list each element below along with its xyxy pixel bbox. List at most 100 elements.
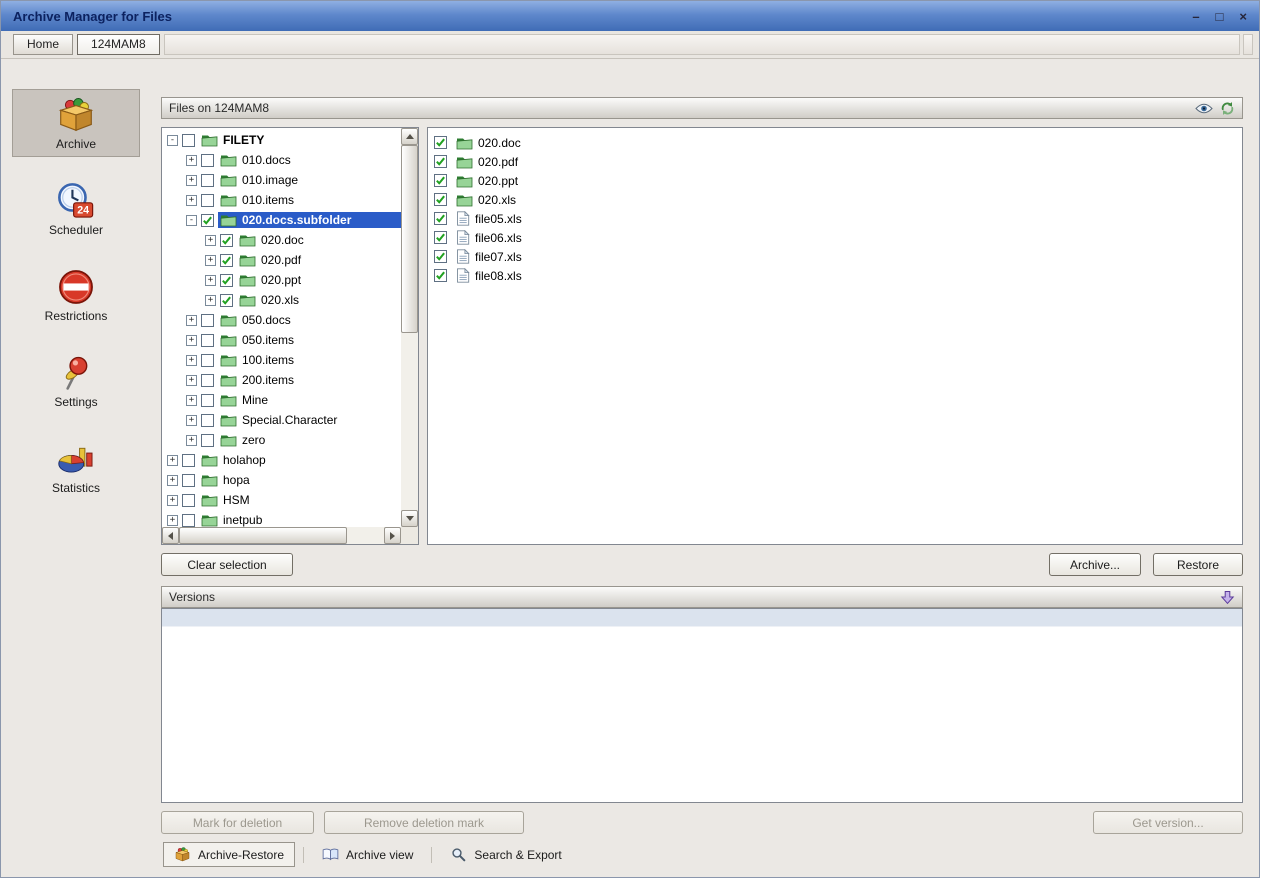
tree-node-main[interactable]: 020.docs.subfolder bbox=[218, 212, 401, 228]
sidebar-item-archive[interactable]: Archive bbox=[12, 89, 140, 157]
tree-checkbox[interactable] bbox=[182, 134, 195, 147]
sidebar-item-settings[interactable]: Settings bbox=[12, 347, 140, 415]
expand-icon[interactable]: + bbox=[205, 295, 216, 306]
remove-deletion-mark-button[interactable]: Remove deletion mark bbox=[324, 811, 524, 834]
tree-checkbox[interactable] bbox=[201, 334, 214, 347]
tree-checkbox[interactable] bbox=[201, 154, 214, 167]
tree-node-200-items[interactable]: +200.items bbox=[164, 370, 401, 390]
clear-selection-button[interactable]: Clear selection bbox=[161, 553, 293, 576]
tree-checkbox[interactable] bbox=[201, 354, 214, 367]
tree-node-zero[interactable]: + zero bbox=[164, 430, 401, 450]
tab-archive-restore[interactable]: Archive-Restore bbox=[163, 842, 295, 867]
tree-checkbox[interactable] bbox=[201, 374, 214, 387]
scroll-left-button[interactable] bbox=[162, 527, 179, 544]
expand-icon[interactable]: + bbox=[205, 255, 216, 266]
expand-icon[interactable]: + bbox=[186, 315, 197, 326]
restore-button[interactable]: Restore bbox=[1153, 553, 1243, 576]
sidebar-item-scheduler[interactable]: 24Scheduler bbox=[12, 175, 140, 243]
file-checkbox[interactable] bbox=[434, 174, 447, 187]
tree-node-main[interactable]: holahop bbox=[199, 452, 270, 468]
tree-node-mine[interactable]: + Mine bbox=[164, 390, 401, 410]
collapse-icon[interactable]: - bbox=[167, 135, 178, 146]
tree-node-hsm[interactable]: +HSM bbox=[164, 490, 401, 510]
expand-icon[interactable]: + bbox=[186, 375, 197, 386]
tree-checkbox[interactable] bbox=[220, 254, 233, 267]
expand-icon[interactable]: + bbox=[186, 175, 197, 186]
sidebar-item-statistics[interactable]: Statistics bbox=[12, 433, 140, 501]
expand-icon[interactable]: + bbox=[186, 435, 197, 446]
tree-checkbox[interactable] bbox=[182, 474, 195, 487]
tree-node-main[interactable]: 020.xls bbox=[237, 292, 303, 308]
tree-node-020-ppt[interactable]: +020.ppt bbox=[164, 270, 401, 290]
tree-node-main[interactable]: inetpub bbox=[199, 512, 266, 527]
scroll-right-button[interactable] bbox=[384, 527, 401, 544]
tree-node-main[interactable]: 020.doc bbox=[237, 232, 308, 248]
tree-node-main[interactable]: hopa bbox=[199, 472, 254, 488]
tree-node-main[interactable]: 020.ppt bbox=[237, 272, 305, 288]
scroll-up-button[interactable] bbox=[401, 128, 418, 145]
tree-node-main[interactable]: 100.items bbox=[218, 352, 298, 368]
expand-icon[interactable]: + bbox=[186, 335, 197, 346]
tab-home[interactable]: Home bbox=[13, 34, 73, 55]
tree-node-main[interactable]: 010.docs bbox=[218, 152, 295, 168]
mark-for-deletion-button[interactable]: Mark for deletion bbox=[161, 811, 314, 834]
file-row-file07-xls[interactable]: file07.xls bbox=[434, 247, 1236, 266]
file-row-file05-xls[interactable]: file05.xls bbox=[434, 209, 1236, 228]
file-checkbox[interactable] bbox=[434, 136, 447, 149]
file-checkbox[interactable] bbox=[434, 269, 447, 282]
file-row-file08-xls[interactable]: file08.xls bbox=[434, 266, 1236, 285]
tree-node-020-pdf[interactable]: +020.pdf bbox=[164, 250, 401, 270]
file-row-020-xls[interactable]: 020.xls bbox=[434, 190, 1236, 209]
tree-node-main[interactable]: 010.image bbox=[218, 172, 302, 188]
tree-node-inetpub[interactable]: + inetpub bbox=[164, 510, 401, 527]
collapse-icon[interactable]: - bbox=[186, 215, 197, 226]
tree-node-main[interactable]: HSM bbox=[199, 492, 254, 508]
tree-node-holahop[interactable]: + holahop bbox=[164, 450, 401, 470]
file-checkbox[interactable] bbox=[434, 212, 447, 225]
tree-node-main[interactable]: FILETY bbox=[199, 132, 268, 148]
scroll-down-button[interactable] bbox=[401, 510, 418, 527]
tree-node-filety[interactable]: - FILETY bbox=[164, 130, 401, 150]
tree-horizontal-scrollbar[interactable] bbox=[162, 527, 401, 544]
file-row-file06-xls[interactable]: file06.xls bbox=[434, 228, 1236, 247]
tree-node-main[interactable]: 050.docs bbox=[218, 312, 295, 328]
expand-icon[interactable]: + bbox=[186, 395, 197, 406]
close-button[interactable]: × bbox=[1239, 10, 1247, 23]
file-row-020-pdf[interactable]: 020.pdf bbox=[434, 152, 1236, 171]
tree-node-020-docs-subfolder[interactable]: - 020.docs.subfolder bbox=[164, 210, 401, 230]
tree-checkbox[interactable] bbox=[201, 394, 214, 407]
expand-icon[interactable]: + bbox=[167, 515, 178, 526]
tree-node-main[interactable]: 200.items bbox=[218, 372, 298, 388]
minimize-button[interactable]: – bbox=[1192, 10, 1199, 23]
expand-icon[interactable]: + bbox=[167, 455, 178, 466]
tree-checkbox[interactable] bbox=[182, 494, 195, 507]
tree-node-010-docs[interactable]: +010.docs bbox=[164, 150, 401, 170]
tree-node-hopa[interactable]: + hopa bbox=[164, 470, 401, 490]
tree-vertical-scrollbar[interactable] bbox=[401, 128, 418, 527]
tree-checkbox[interactable] bbox=[182, 514, 195, 527]
sidebar-item-restrictions[interactable]: Restrictions bbox=[12, 261, 140, 329]
tree-checkbox[interactable] bbox=[220, 294, 233, 307]
tree-node-main[interactable]: 010.items bbox=[218, 192, 298, 208]
file-checkbox[interactable] bbox=[434, 193, 447, 206]
refresh-icon[interactable] bbox=[1220, 101, 1235, 116]
tree-checkbox[interactable] bbox=[220, 234, 233, 247]
expand-icon[interactable]: + bbox=[186, 195, 197, 206]
tree-node-050-items[interactable]: +050.items bbox=[164, 330, 401, 350]
horizontal-scroll-thumb[interactable] bbox=[179, 527, 347, 544]
tab-search-export[interactable]: Search & Export bbox=[440, 843, 571, 866]
tree-node-020-xls[interactable]: +020.xls bbox=[164, 290, 401, 310]
tree-node-main[interactable]: Special.Character bbox=[218, 412, 341, 428]
tree-node-main[interactable]: Mine bbox=[218, 392, 272, 408]
tree-checkbox[interactable] bbox=[220, 274, 233, 287]
tree-node-main[interactable]: zero bbox=[218, 432, 269, 448]
tab-archive-view[interactable]: Archive view bbox=[312, 843, 423, 866]
tree-node-main[interactable]: 050.items bbox=[218, 332, 298, 348]
get-version-button[interactable]: Get version... bbox=[1093, 811, 1243, 834]
tree-checkbox[interactable] bbox=[201, 214, 214, 227]
expand-icon[interactable]: + bbox=[167, 475, 178, 486]
expand-icon[interactable]: + bbox=[186, 415, 197, 426]
expand-icon[interactable]: + bbox=[186, 355, 197, 366]
file-row-020-doc[interactable]: 020.doc bbox=[434, 133, 1236, 152]
view-icon[interactable] bbox=[1195, 102, 1213, 115]
